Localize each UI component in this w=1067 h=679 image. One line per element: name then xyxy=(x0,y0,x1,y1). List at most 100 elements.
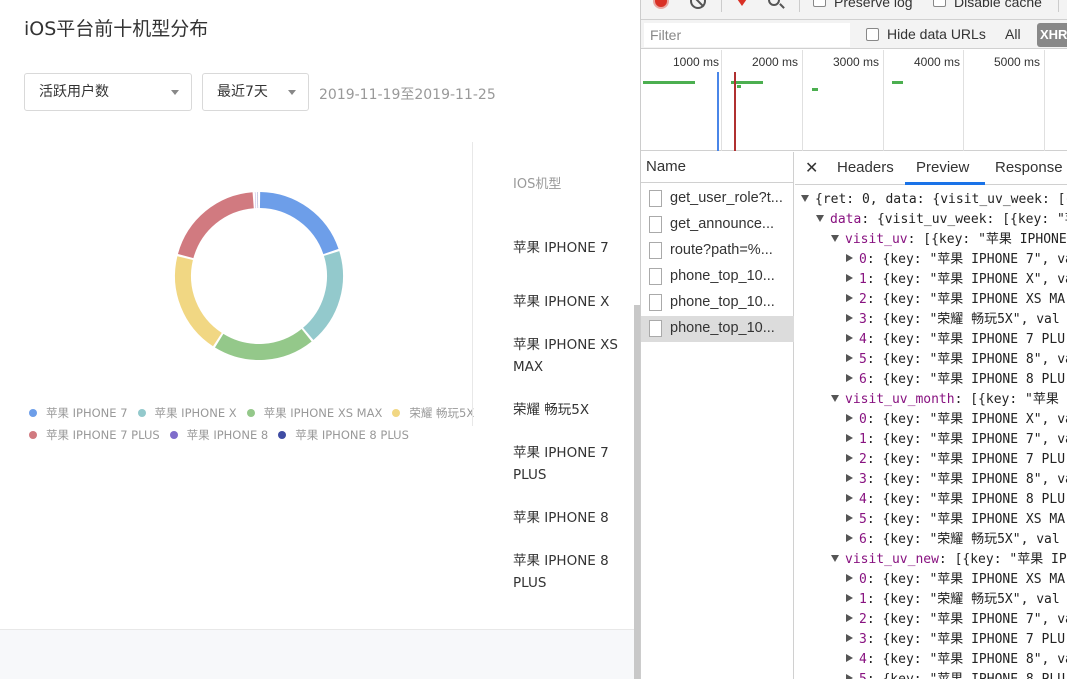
donut-slice[interactable] xyxy=(259,192,339,255)
search-icon[interactable] xyxy=(768,0,780,6)
caret-right-icon[interactable] xyxy=(846,414,853,422)
legend-item[interactable]: 荣耀 畅玩5X xyxy=(392,405,474,421)
json-value: : {key: "苹果 IPHONE 7 PLU xyxy=(866,332,1066,347)
request-row[interactable]: get_announce... xyxy=(641,212,794,238)
json-tree-node[interactable]: 4: {key: "苹果 IPHONE 7 PLU xyxy=(846,330,1065,350)
legend-item[interactable]: 苹果 IPHONE X xyxy=(137,405,237,421)
caret-right-icon[interactable] xyxy=(846,654,853,662)
caret-right-icon[interactable] xyxy=(846,594,853,602)
json-tree-node[interactable]: 4: {key: "苹果 IPHONE 8", va xyxy=(846,650,1067,670)
caret-down-icon[interactable] xyxy=(831,395,839,402)
timeline-tick: 4000 ms xyxy=(914,55,961,69)
name-column-header[interactable]: Name xyxy=(641,152,794,183)
caret-right-icon[interactable] xyxy=(846,614,853,622)
period-select[interactable]: 最近7天 xyxy=(202,73,309,111)
timeline-tick: 1000 ms xyxy=(673,55,720,69)
caret-down-icon[interactable] xyxy=(816,215,824,222)
json-tree-node[interactable]: 1: {key: "苹果 IPHONE 7", va xyxy=(846,430,1067,450)
json-tree-node[interactable]: 2: {key: "苹果 IPHONE XS MA xyxy=(846,290,1065,310)
json-tree-node[interactable]: 3: {key: "苹果 IPHONE 8", va xyxy=(846,470,1067,490)
json-tree-node[interactable]: 2: {key: "苹果 IPHONE 7", va xyxy=(846,610,1067,630)
caret-right-icon[interactable] xyxy=(846,254,853,262)
caret-right-icon[interactable] xyxy=(846,374,853,382)
json-value: : {key: "苹果 IPHONE 8 PLU xyxy=(866,492,1066,507)
json-tree-node[interactable]: 3: {key: "荣耀 畅玩5X", val xyxy=(846,310,1060,330)
timeline-gridline xyxy=(802,50,803,151)
filter-xhr[interactable]: XHR xyxy=(1037,23,1067,47)
json-value: : {key: "苹果 IPHONE 8", va xyxy=(866,652,1067,667)
caret-right-icon[interactable] xyxy=(846,514,853,522)
json-tree-node[interactable]: 1: {key: "苹果 IPHONE X", va xyxy=(846,270,1067,290)
caret-right-icon[interactable] xyxy=(846,494,853,502)
donut-slice[interactable] xyxy=(214,328,312,360)
caret-down-icon[interactable] xyxy=(831,235,839,242)
json-tree-node[interactable]: 6: {key: "荣耀 畅玩5X", val xyxy=(846,530,1060,550)
clear-icon[interactable] xyxy=(690,0,706,9)
request-row[interactable]: get_user_role?t... xyxy=(641,186,794,212)
request-row[interactable]: phone_top_10... xyxy=(641,264,794,290)
json-tree-node[interactable]: 5: {key: "苹果 IPHONE 8 PLU xyxy=(846,670,1065,679)
json-tree-node[interactable]: visit_uv_new: [{key: "苹果 IP xyxy=(831,550,1067,570)
caret-right-icon[interactable] xyxy=(846,294,853,302)
network-timeline[interactable]: 1000 ms 2000 ms 3000 ms 4000 ms 5000 ms xyxy=(641,50,1067,151)
filter-input[interactable] xyxy=(644,23,850,47)
request-row[interactable]: phone_top_10... xyxy=(641,290,794,316)
filter-all[interactable]: All xyxy=(1005,26,1021,42)
caret-right-icon[interactable] xyxy=(846,314,853,322)
json-tree-node[interactable]: visit_uv: [{key: "苹果 IPHONE 7" xyxy=(831,230,1067,250)
caret-right-icon[interactable] xyxy=(846,334,853,342)
json-tree-node[interactable]: 5: {key: "苹果 IPHONE 8", va xyxy=(846,350,1067,370)
json-tree-node[interactable]: 5: {key: "苹果 IPHONE XS MA xyxy=(846,510,1065,530)
chevron-down-icon xyxy=(288,90,296,95)
json-tree-node[interactable]: visit_uv_month: [{key: "苹果 xyxy=(831,390,1059,410)
json-tree-node[interactable]: 1: {key: "荣耀 畅玩5X", val xyxy=(846,590,1060,610)
tab-headers[interactable]: Headers xyxy=(837,159,894,176)
donut-slice[interactable] xyxy=(175,256,223,347)
json-tree-node[interactable]: 0: {key: "苹果 IPHONE X", va xyxy=(846,410,1067,430)
caret-right-icon[interactable] xyxy=(846,634,853,642)
legend-item[interactable]: 苹果 IPHONE 7 xyxy=(29,405,128,421)
metric-select[interactable]: 活跃用户数 xyxy=(24,73,192,111)
json-tree-node[interactable]: 6: {key: "苹果 IPHONE 8 PLU xyxy=(846,370,1065,390)
disable-cache-checkbox[interactable] xyxy=(933,0,946,7)
devtools-toolbar: Preserve log Disable cache xyxy=(641,0,1067,20)
caret-right-icon[interactable] xyxy=(846,434,853,442)
json-tree-node[interactable]: {ret: 0, data: {visit_uv_week: [{key: "苹… xyxy=(801,190,1067,210)
model-list-item: 苹果 IPHONE XS MAX xyxy=(513,337,618,375)
json-tree-node[interactable]: 2: {key: "苹果 IPHONE 7 PLU xyxy=(846,450,1065,470)
legend-dot-icon xyxy=(278,431,287,439)
tab-preview[interactable]: Preview xyxy=(916,159,969,176)
model-list-item: 荣耀 畅玩5X xyxy=(513,402,590,418)
caret-right-icon[interactable] xyxy=(846,474,853,482)
donut-slice[interactable] xyxy=(177,192,255,259)
legend-item[interactable]: 苹果 IPHONE 7 PLUS xyxy=(29,427,160,443)
caret-down-icon[interactable] xyxy=(831,555,839,562)
donut-slice[interactable] xyxy=(302,251,343,340)
close-icon[interactable]: ✕ xyxy=(805,158,818,178)
json-key: 2 xyxy=(859,612,867,627)
json-key: 0 xyxy=(859,412,867,427)
filter-icon[interactable] xyxy=(735,0,749,6)
caret-down-icon[interactable] xyxy=(801,195,809,202)
json-tree-node[interactable]: 0: {key: "苹果 IPHONE XS MA xyxy=(846,570,1065,590)
json-tree-node[interactable]: 3: {key: "苹果 IPHONE 7 PLU xyxy=(846,630,1065,650)
caret-right-icon[interactable] xyxy=(846,674,853,679)
caret-right-icon[interactable] xyxy=(846,274,853,282)
json-tree-node[interactable]: data: {visit_uv_week: [{key: "苹果 I xyxy=(816,210,1067,230)
caret-right-icon[interactable] xyxy=(846,354,853,362)
caret-right-icon[interactable] xyxy=(846,534,853,542)
tab-response[interactable]: Response xyxy=(995,159,1063,176)
caret-right-icon[interactable] xyxy=(846,454,853,462)
detail-tabs: ✕ Headers Preview Response xyxy=(795,152,1067,185)
json-tree-node[interactable]: 0: {key: "苹果 IPHONE 7", va xyxy=(846,250,1067,270)
legend-item[interactable]: 苹果 IPHONE 8 PLUS xyxy=(278,427,409,443)
preserve-log-checkbox[interactable] xyxy=(813,0,826,7)
request-row[interactable]: route?path=%... xyxy=(641,238,794,264)
request-row[interactable]: phone_top_10... xyxy=(641,316,794,342)
legend-item[interactable]: 苹果 IPHONE XS MAX xyxy=(246,405,382,421)
record-icon[interactable] xyxy=(653,0,669,9)
caret-right-icon[interactable] xyxy=(846,574,853,582)
json-tree-node[interactable]: 4: {key: "苹果 IPHONE 8 PLU xyxy=(846,490,1065,510)
legend-item[interactable]: 苹果 IPHONE 8 xyxy=(169,427,268,443)
hide-data-urls-checkbox[interactable] xyxy=(866,28,879,41)
